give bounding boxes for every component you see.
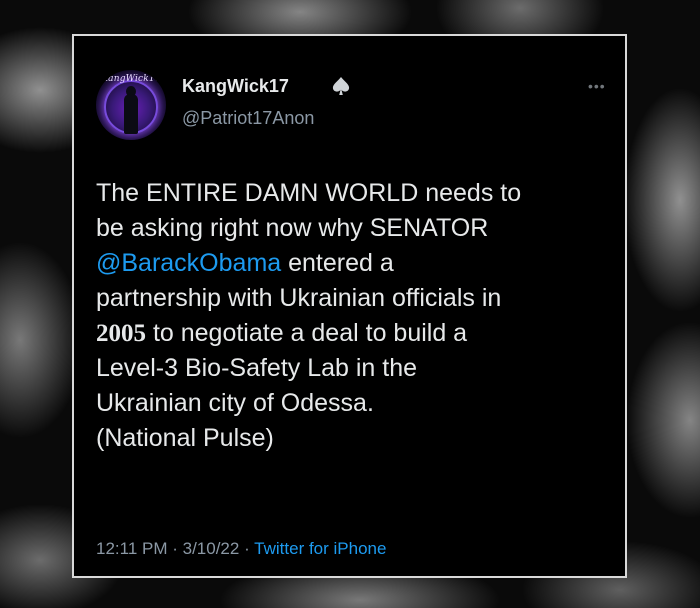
- tweet-line-5-rest: to negotiate a deal to build a: [146, 319, 468, 347]
- meta-separator: ·: [239, 539, 255, 558]
- tweet-text: The ENTIRE DAMN WORLD needs to be asking…: [96, 176, 616, 456]
- tweet-source-link[interactable]: Twitter for iPhone: [254, 539, 386, 558]
- year-text: 2005: [96, 320, 146, 347]
- tweet-line-5: 2005 to negotiate a deal to build a: [96, 316, 616, 351]
- tweet-line-6: Level-3 Bio-Safety Lab in the: [96, 354, 418, 382]
- tweet-card: KangWick17 KangWick17 @Patriot17Anon •••…: [72, 34, 627, 578]
- tweet-meta: 12:11 PM · 3/10/22 · Twitter for iPhone: [96, 539, 386, 559]
- user-handle[interactable]: @Patriot17Anon: [182, 108, 314, 129]
- tweet-date[interactable]: 3/10/22: [183, 539, 240, 558]
- display-name[interactable]: KangWick17: [182, 76, 289, 97]
- avatar-figure-body: [124, 94, 138, 134]
- mention-link[interactable]: @BarackObama: [96, 249, 281, 277]
- tweet-line-7: Ukrainian city of Odessa.: [96, 389, 374, 417]
- spade-icon: [332, 77, 350, 95]
- tweet-line-1: The ENTIRE DAMN WORLD needs to: [96, 179, 522, 207]
- tweet-line-3-rest: entered a: [281, 249, 394, 277]
- tweet-line-2: be asking right now why SENATOR: [96, 214, 489, 242]
- more-options-icon[interactable]: •••: [588, 78, 606, 94]
- tweet-line-4: partnership with Ukrainian officials in: [96, 284, 502, 312]
- meta-separator: ·: [167, 539, 183, 558]
- tweet-line-8: (National Pulse): [96, 424, 274, 452]
- tweet-time[interactable]: 12:11 PM: [96, 539, 168, 558]
- avatar-logo-text: KangWick17: [101, 74, 161, 84]
- avatar[interactable]: KangWick17: [96, 70, 166, 140]
- tweet-line-3: @BarackObama entered a: [96, 246, 616, 281]
